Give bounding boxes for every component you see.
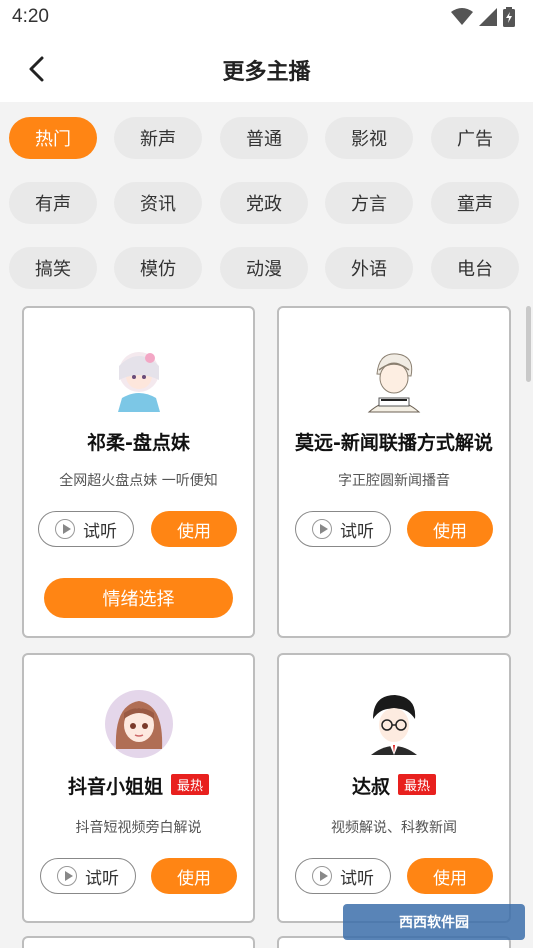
chip-dialect[interactable]: 方言 xyxy=(325,182,413,224)
signal-icon xyxy=(479,8,497,26)
chip-politics[interactable]: 党政 xyxy=(220,182,308,224)
anchor-card-2: 莫远-新闻联播方式解说 字正腔圆新闻播音 试听 使用 xyxy=(277,306,511,638)
listen-button[interactable]: 试听 xyxy=(295,858,391,894)
anchor-name: 达叔 最热 xyxy=(279,772,509,799)
anchor-avatar xyxy=(367,353,421,413)
listen-button[interactable]: 试听 xyxy=(38,511,134,547)
anchor-avatar xyxy=(104,690,173,758)
anchor-name: 祁柔-盘点妹 xyxy=(24,428,253,455)
status-icons xyxy=(451,7,515,27)
anchor-avatar xyxy=(371,695,417,755)
battery-icon xyxy=(503,7,515,27)
play-icon xyxy=(312,866,332,886)
hot-badge: 最热 xyxy=(398,774,437,795)
status-time: 4:20 xyxy=(12,6,49,27)
play-icon xyxy=(57,866,77,886)
category-chip-grid: 热门 新声 普通 影视 广告 有声 资讯 党政 方言 童声 搞笑 模仿 动漫 外… xyxy=(0,102,533,294)
chip-funny[interactable]: 搞笑 xyxy=(9,247,97,289)
chip-radio[interactable]: 电台 xyxy=(431,247,519,289)
page-title: 更多主播 xyxy=(222,60,311,85)
watermark-logo: 西西软件园 xyxy=(343,904,525,940)
hot-badge: 最热 xyxy=(171,774,210,795)
app-header: 更多主播 xyxy=(0,36,533,102)
anchor-description: 字正腔圆新闻播音 xyxy=(338,473,450,489)
status-bar: 4:20 xyxy=(0,0,533,36)
scrollbar[interactable] xyxy=(526,306,531,382)
anchor-card-4: 达叔 最热 视频解说、科教新闻 试听 使用 xyxy=(277,653,511,923)
listen-button[interactable]: 试听 xyxy=(295,511,391,547)
anchor-name: 莫远-新闻联播方式解说 xyxy=(279,428,509,455)
listen-label: 试听 xyxy=(340,521,374,542)
anchor-name-text: 抖音小姐姐 xyxy=(67,776,163,798)
mood-select-button[interactable]: 情绪选择 xyxy=(44,578,233,618)
chip-film[interactable]: 影视 xyxy=(325,117,413,159)
anchor-name-text: 祁柔-盘点妹 xyxy=(87,432,190,454)
play-icon xyxy=(312,519,332,539)
play-icon xyxy=(55,519,75,539)
chip-foreign[interactable]: 外语 xyxy=(325,247,413,289)
anchor-card-partial-left xyxy=(22,936,255,948)
wifi-icon xyxy=(451,8,473,25)
anchor-name-text: 达叔 xyxy=(351,776,390,798)
chip-new-voice[interactable]: 新声 xyxy=(114,117,202,159)
listen-label: 试听 xyxy=(340,868,374,889)
chip-audiobook[interactable]: 有声 xyxy=(9,182,97,224)
anchor-description: 视频解说、科教新闻 xyxy=(331,820,457,836)
use-button[interactable]: 使用 xyxy=(407,511,493,547)
anchor-description: 抖音短视频旁白解说 xyxy=(75,820,202,836)
anchor-card-3: 抖音小姐姐 最热 抖音短视频旁白解说 试听 使用 xyxy=(22,653,255,923)
anchor-name: 抖音小姐姐 最热 xyxy=(24,772,253,799)
listen-label: 试听 xyxy=(85,868,119,889)
use-button[interactable]: 使用 xyxy=(151,858,237,894)
chip-ad[interactable]: 广告 xyxy=(431,117,519,159)
use-button[interactable]: 使用 xyxy=(407,858,493,894)
chip-anime[interactable]: 动漫 xyxy=(220,247,308,289)
anchor-description: 全网超火盘点妹 一听便知 xyxy=(59,473,218,489)
chip-normal[interactable]: 普通 xyxy=(220,117,308,159)
chip-child-voice[interactable]: 童声 xyxy=(431,182,519,224)
anchor-avatar xyxy=(117,352,160,412)
chip-hot[interactable]: 热门 xyxy=(9,117,97,159)
listen-button[interactable]: 试听 xyxy=(40,858,136,894)
use-button[interactable]: 使用 xyxy=(151,511,237,547)
anchor-card-1: 祁柔-盘点妹 全网超火盘点妹 一听便知 试听 使用 情绪选择 xyxy=(22,306,255,638)
anchor-name-text: 莫远-新闻联播方式解说 xyxy=(295,432,493,454)
chip-news[interactable]: 资讯 xyxy=(114,182,202,224)
listen-label: 试听 xyxy=(83,521,117,542)
chip-imitate[interactable]: 模仿 xyxy=(114,247,202,289)
